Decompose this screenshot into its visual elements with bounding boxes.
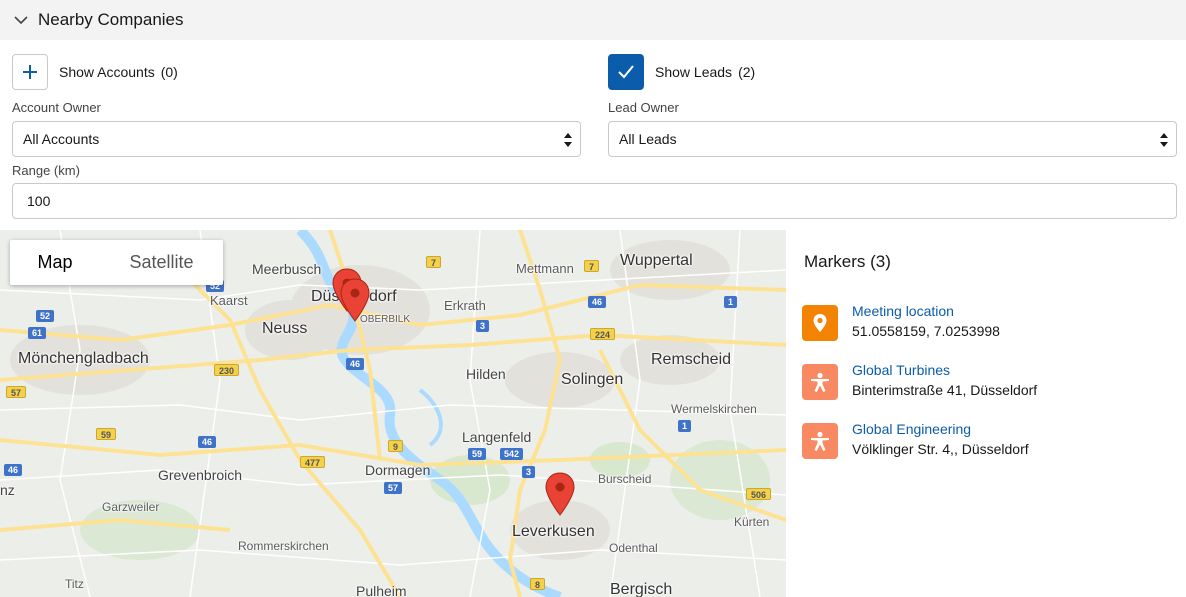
road-shield: 9 xyxy=(388,440,404,452)
marker-detail: 51.0558159, 7.0253998 xyxy=(852,323,1000,339)
place-label: Mettmann xyxy=(516,261,574,276)
road-shield: 61 xyxy=(28,327,47,339)
place-label: Remscheid xyxy=(651,351,732,368)
road-shield: 506 xyxy=(746,488,772,500)
show-leads-count: (2) xyxy=(738,64,756,80)
range-input[interactable]: 100 xyxy=(12,183,1177,219)
road-shield: 3 xyxy=(522,466,536,478)
checkmark-icon xyxy=(618,65,634,79)
map-type-map-button[interactable]: Map xyxy=(10,240,100,285)
account-owner-value: All Accounts xyxy=(23,131,100,147)
road-shield: 46 xyxy=(588,296,607,308)
marker-link[interactable]: Global Turbines xyxy=(852,362,950,378)
place-label: Erkrath xyxy=(444,298,486,313)
section-header[interactable]: Nearby Companies xyxy=(0,0,1186,40)
lead-owner-value: All Leads xyxy=(619,131,677,147)
road-shield: 52 xyxy=(36,310,55,322)
marker-item-global-engineering[interactable]: Global Engineering Völklinger Str. 4,, D… xyxy=(802,421,1182,465)
road-shield: 477 xyxy=(300,456,326,468)
place-label: Neuss xyxy=(262,320,308,337)
place-label: Wermelskirchen xyxy=(671,402,757,416)
marker-detail: Völklinger Str. 4,, Düsseldorf xyxy=(852,441,1029,457)
account-owner-select[interactable]: All Accounts xyxy=(12,121,581,157)
range-label: Range (km) xyxy=(12,163,80,178)
place-label: Wuppertal xyxy=(620,252,693,269)
road-shield: 46 xyxy=(198,436,217,448)
map-canvas[interactable]: 52 52 61 57 59 46 46 46 46 3 3 1 1 7 7 2… xyxy=(0,230,786,597)
road-shield: 46 xyxy=(4,464,23,476)
section-title: Nearby Companies xyxy=(38,10,184,29)
markers-heading: Markers (3) xyxy=(804,252,891,271)
place-label: dorf xyxy=(369,288,397,305)
place-label: Garzweiler xyxy=(102,500,160,514)
marker-detail: Binterimstraße 41, Düsseldorf xyxy=(852,382,1038,398)
place-label: Odenthal xyxy=(609,541,658,555)
place-label: Kaarst xyxy=(210,293,248,308)
lead-person-icon xyxy=(802,364,838,400)
place-label: Leverkusen xyxy=(512,523,595,540)
marker-link[interactable]: Global Engineering xyxy=(852,421,971,437)
road-shield: 57 xyxy=(6,386,27,398)
place-label: Pulheim xyxy=(356,583,407,597)
road-shield: 1 xyxy=(678,420,692,432)
marker-item-meeting-location[interactable]: Meeting location 51.0558159, 7.0253998 xyxy=(802,303,1182,347)
road-shield: 7 xyxy=(426,256,442,268)
road-shield: 3 xyxy=(476,320,490,332)
map-type-control: Map Satellite xyxy=(10,240,223,285)
map-base xyxy=(0,230,786,597)
road-shield: 7 xyxy=(584,260,600,272)
show-accounts-count: (0) xyxy=(160,64,178,80)
road-shield: 46 xyxy=(346,358,365,370)
place-label: Kürten xyxy=(734,515,770,529)
place-label: Hilden xyxy=(466,366,506,382)
place-label: nz xyxy=(0,482,15,498)
map-type-satellite-button[interactable]: Satellite xyxy=(100,240,223,285)
range-value: 100 xyxy=(27,193,51,209)
select-arrows-icon xyxy=(564,133,572,147)
place-label: Rommerskirchen xyxy=(238,539,329,553)
place-label: Mönchengladbach xyxy=(18,350,149,367)
lead-owner-select[interactable]: All Leads xyxy=(608,121,1177,157)
show-leads-toggle[interactable]: Show Leads (2) xyxy=(608,54,755,90)
show-leads-label: Show Leads xyxy=(655,64,733,80)
plus-icon xyxy=(23,65,37,79)
show-accounts-toggle[interactable]: Show Accounts (0) xyxy=(12,54,178,90)
place-label: Bergisch xyxy=(610,581,673,597)
road-shield: 8 xyxy=(530,578,546,590)
select-arrows-icon xyxy=(1160,133,1168,147)
marker-item-global-turbines[interactable]: Global Turbines Binterimstraße 41, Düsse… xyxy=(802,362,1182,406)
road-shield: 542 xyxy=(500,448,524,460)
road-shield: 1 xyxy=(724,296,738,308)
place-label: Grevenbroich xyxy=(158,467,243,483)
place-label: Dormagen xyxy=(365,462,431,478)
road-shield: 230 xyxy=(214,364,240,376)
marker-link[interactable]: Meeting location xyxy=(852,303,954,319)
account-owner-label: Account Owner xyxy=(12,100,101,115)
place-label: Langenfeld xyxy=(462,429,532,445)
road-shield: 59 xyxy=(96,428,117,440)
map-pin-icon[interactable] xyxy=(545,472,575,516)
place-label: Burscheid xyxy=(598,472,652,486)
road-shield: 224 xyxy=(590,328,616,340)
road-shield: 57 xyxy=(384,482,403,494)
place-label: Titz xyxy=(65,577,84,591)
markers-panel: Markers (3) Meeting location 51.0558159,… xyxy=(786,230,1186,597)
location-pin-icon xyxy=(802,305,838,341)
show-leads-checkbox[interactable] xyxy=(608,54,644,90)
map-pin-icon[interactable] xyxy=(340,278,370,322)
chevron-down-icon xyxy=(14,16,28,25)
place-label: Meerbusch xyxy=(252,261,322,277)
lead-person-icon xyxy=(802,423,838,459)
lead-owner-label: Lead Owner xyxy=(608,100,679,115)
place-label: Solingen xyxy=(561,371,624,388)
road-shield: 59 xyxy=(468,448,487,460)
show-accounts-label: Show Accounts xyxy=(59,64,155,80)
show-accounts-checkbox[interactable] xyxy=(12,54,48,90)
